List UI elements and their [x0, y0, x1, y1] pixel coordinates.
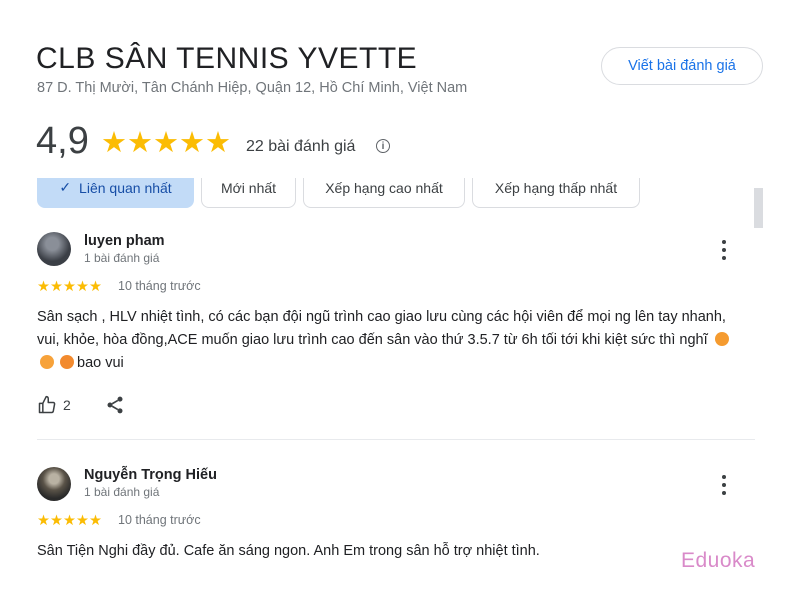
- check-icon: ✓: [59, 179, 72, 195]
- overall-rating: 4,9: [36, 120, 89, 162]
- avatar[interactable]: [37, 232, 71, 266]
- thumbs-up-icon: [38, 395, 56, 414]
- emoji-icon: [40, 355, 54, 369]
- star-rating-icon: ★★★★★: [101, 127, 231, 159]
- like-button[interactable]: 2: [37, 395, 71, 415]
- avatar[interactable]: [37, 467, 71, 501]
- review-time: 10 tháng trước: [118, 279, 201, 293]
- star-rating-icon: ★★★★★: [37, 279, 102, 295]
- star-rating-icon: ★★★★★: [37, 513, 102, 529]
- review-stars: ★★★★★: [37, 279, 102, 295]
- sort-chip-newest[interactable]: Mới nhất: [201, 178, 296, 208]
- review-author[interactable]: luyen pham: [84, 233, 165, 249]
- kebab-menu-icon[interactable]: [721, 475, 727, 495]
- review-stars: ★★★★★: [37, 513, 102, 529]
- sort-chip-bar: ✓ Liên quan nhất Mới nhất Xếp hạng cao n…: [0, 178, 760, 211]
- review-author[interactable]: Nguyễn Trọng Hiếu: [84, 467, 217, 483]
- place-address: 87 D. Thị Mười, Tân Chánh Hiệp, Quận 12,…: [37, 80, 468, 96]
- sort-chip-lowest[interactable]: Xếp hạng thấp nhất: [472, 178, 640, 208]
- place-title: CLB SÂN TENNIS YVETTE: [36, 42, 418, 75]
- review-time: 10 tháng trước: [118, 513, 201, 527]
- review-count: 22 bài đánh giá: [246, 138, 356, 155]
- overall-stars: ★★★★★: [101, 129, 231, 158]
- share-button[interactable]: [105, 395, 125, 420]
- review-divider: [37, 439, 755, 440]
- like-count: 2: [63, 397, 71, 413]
- review-text: Sân Tiện Nghi đầy đủ. Cafe ăn sáng ngon.…: [37, 543, 540, 559]
- sort-chip-highest[interactable]: Xếp hạng cao nhất: [303, 178, 465, 208]
- sort-chip-label: Xếp hạng thấp nhất: [494, 180, 618, 196]
- sort-chip-label: Xếp hạng cao nhất: [325, 180, 443, 196]
- sort-chip-label: Liên quan nhất: [79, 180, 172, 196]
- info-icon[interactable]: i: [376, 139, 390, 153]
- kebab-menu-icon[interactable]: [721, 240, 727, 260]
- share-icon: [107, 396, 123, 414]
- sort-chip-label: Mới nhất: [220, 180, 277, 196]
- review-text: Sân sạch , HLV nhiệt tình, có các bạn độ…: [37, 306, 737, 375]
- watermark-logo: Eduoka: [681, 549, 756, 572]
- scrollbar-thumb[interactable]: [754, 188, 763, 228]
- emoji-icon: [60, 355, 74, 369]
- sort-chip-relevant[interactable]: ✓ Liên quan nhất: [37, 178, 194, 208]
- review-author-meta: 1 bài đánh giá: [84, 485, 160, 499]
- review-author-meta: 1 bài đánh giá: [84, 251, 160, 265]
- emoji-icon: [714, 332, 729, 346]
- write-review-button[interactable]: Viết bài đánh giá: [601, 47, 763, 85]
